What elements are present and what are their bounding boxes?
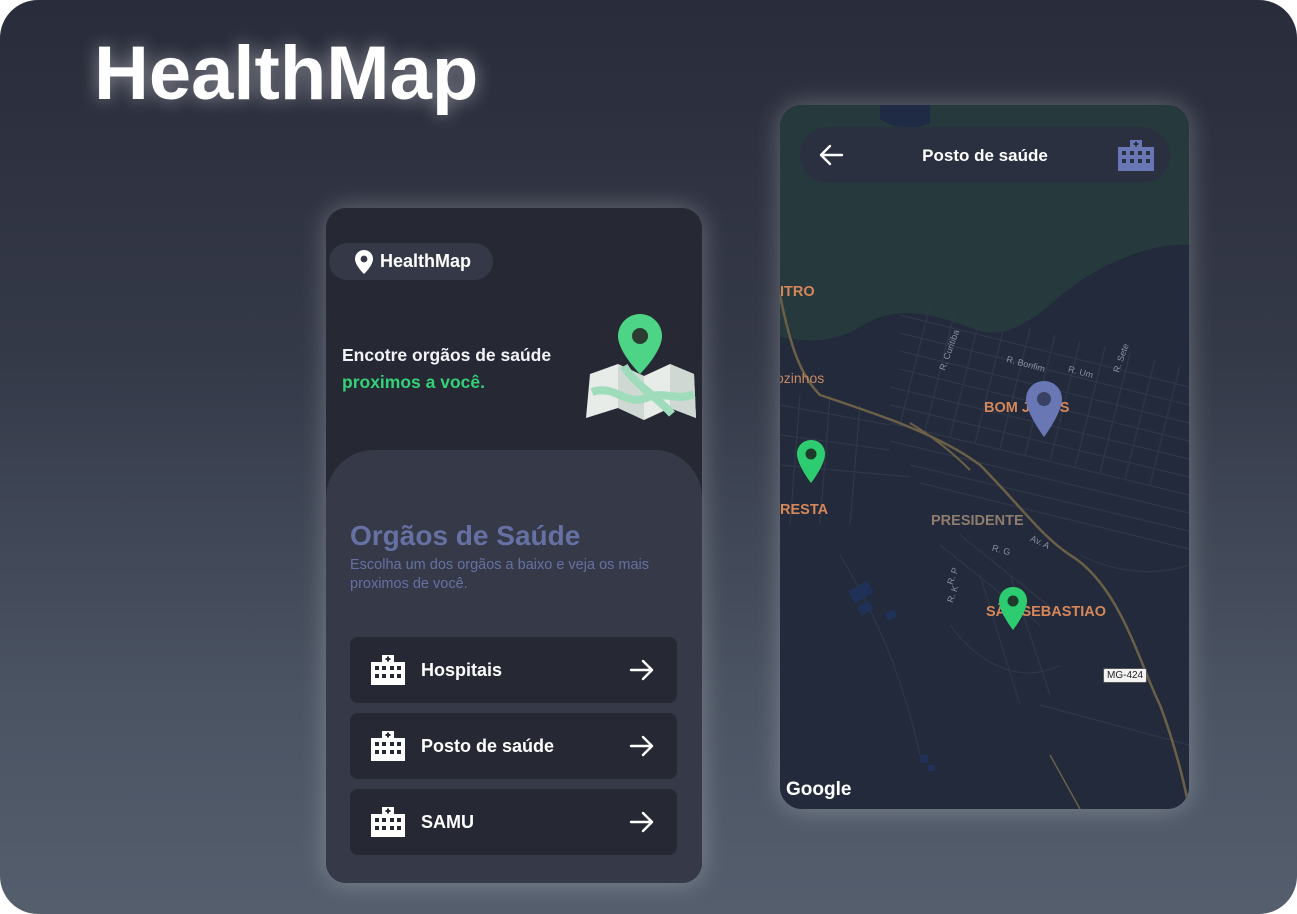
headline-line1: Encotre orgãos de saúde: [342, 345, 552, 365]
app-logo-pill: HealthMap: [329, 243, 493, 280]
hero-title: HealthMap: [94, 31, 479, 116]
map-label-floresta: RESTA: [780, 502, 829, 518]
map-view[interactable]: [780, 105, 1189, 809]
map-label-centro: ITRO: [780, 284, 815, 300]
app-logo-label: HealthMap: [380, 251, 472, 271]
google-attribution: Google: [786, 779, 852, 800]
card-samu[interactable]: SAMU: [350, 789, 677, 855]
hospital-building-icon: [371, 655, 405, 685]
arrow-right-icon: [629, 811, 654, 833]
location-pin-icon: [355, 249, 373, 274]
hospital-building-icon: [1118, 140, 1154, 171]
map-screen-title: Posto de saúde: [922, 146, 1048, 165]
hospital-building-icon: [371, 731, 405, 761]
card-label: SAMU: [421, 811, 474, 832]
home-screen: HealthMap Encotre orgãos de saúde proxim…: [326, 208, 702, 883]
map-top-bar: Posto de saúde: [800, 127, 1170, 183]
map-marker-blue-icon[interactable]: [1026, 381, 1062, 437]
map-marker-green-icon[interactable]: [999, 587, 1027, 630]
map-marker-green-icon[interactable]: [797, 440, 825, 483]
headline-line2-accent: proximos a você.: [342, 372, 485, 392]
route-badge: MG-424: [1103, 668, 1148, 683]
map-label-pocinhos: ozinhos: [780, 370, 825, 386]
section-subtitle: Escolha um dos orgãos a baixo e veja os …: [350, 557, 650, 592]
presentation-canvas: HealthMap HealthMap Encotre orgãos de sa…: [0, 0, 1297, 914]
arrow-right-icon: [629, 735, 654, 757]
headline: Encotre orgãos de saúde proximos a você.: [342, 342, 551, 396]
hospital-building-icon: [371, 807, 405, 837]
card-label: Hospitais: [421, 659, 503, 680]
map-screen: ITRO ozinhos BOM JESUS RESTA PRESIDENTE …: [780, 105, 1189, 809]
card-hospitais[interactable]: Hospitais: [350, 637, 677, 703]
organs-sheet: Orgãos de Saúde Escolha um dos orgãos a …: [326, 450, 702, 883]
card-label: Posto de saúde: [421, 735, 555, 756]
folded-map-illustration: [586, 314, 696, 420]
map-label-presidente: PRESIDENTE: [931, 513, 1024, 529]
section-title: Orgãos de Saúde: [350, 520, 581, 551]
arrow-right-icon: [629, 659, 654, 681]
card-posto-de-saude[interactable]: Posto de saúde: [350, 713, 677, 779]
